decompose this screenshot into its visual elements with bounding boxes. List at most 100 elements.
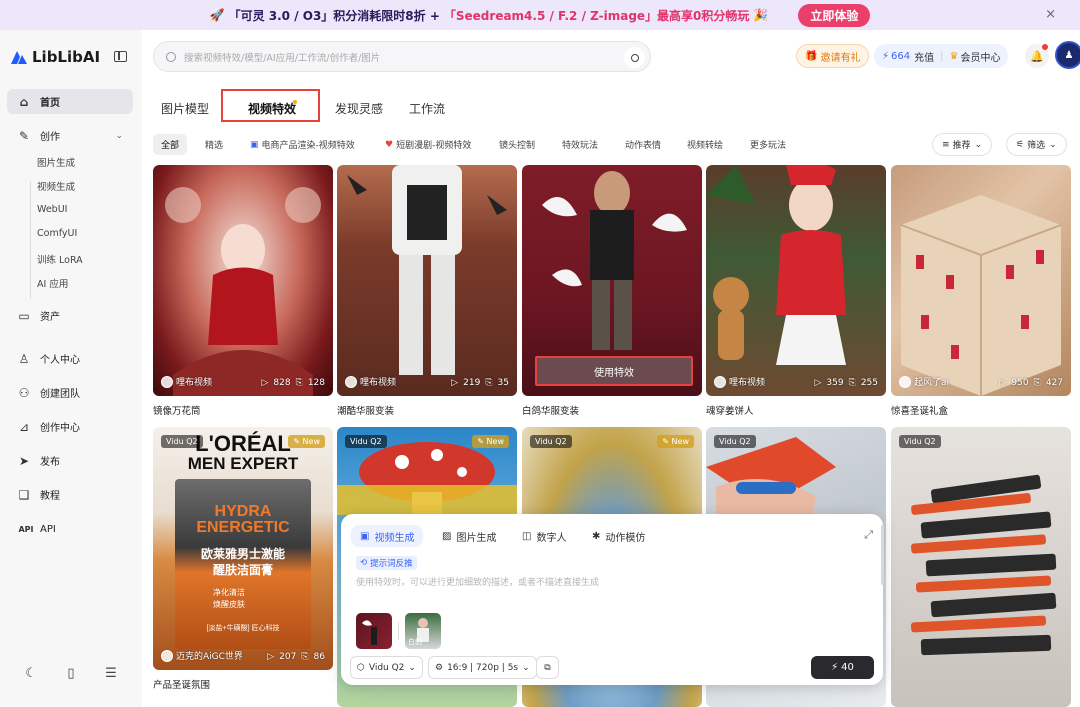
sidebar-item-personal[interactable]: ♙ 个人中心	[7, 346, 133, 371]
reference-image-1[interactable]	[356, 613, 392, 649]
card-title[interactable]: 镜像万花筒	[153, 403, 201, 417]
image-translate-button[interactable]: ⧉	[536, 656, 559, 679]
use-effect-button[interactable]: 使用特效	[535, 356, 693, 386]
filter-dropdown[interactable]: ⚟ 筛选 ⌄	[1006, 133, 1067, 156]
effect-card[interactable]: L'ORÉAL MEN EXPERT HYDRA ENERGETIC 欧莱雅男士…	[153, 427, 333, 691]
effect-card[interactable]: 使用特效 白鸽华服变装	[522, 165, 702, 417]
chip-short-drama[interactable]: ♥ 短剧漫剧-视频特效	[377, 134, 479, 155]
effect-card[interactable]: 哩布视频 ▷ 828 ⎘ 128 镜像万花筒	[153, 165, 333, 417]
chip-featured[interactable]: 精选	[197, 134, 231, 155]
unread-dot	[1042, 44, 1048, 50]
new-badge: ✎ New	[657, 435, 694, 448]
effect-card[interactable]: 哩布视频 ▷ 219 ⎘ 35 潮酷华服变装	[337, 165, 517, 417]
effect-card[interactable]: 起风了ai ▷ 950 ⎘ 427 惊喜圣诞礼盒	[891, 165, 1071, 417]
chip-more[interactable]: 更多玩法	[742, 134, 794, 155]
logo[interactable]: LibLibAI	[10, 48, 100, 66]
hint-label: 提示词反推	[370, 559, 413, 569]
notification-bell-icon[interactable]: 🔔	[1025, 44, 1049, 68]
sidebar-item-tutorial[interactable]: ❑ 教程	[7, 482, 133, 507]
search-button[interactable]	[624, 47, 645, 68]
sidebar-item-team[interactable]: ⚇ 创建团队	[7, 380, 133, 405]
theme-moon-icon[interactable]: ☾	[25, 666, 37, 681]
tab-discover[interactable]: 发现灵感	[335, 100, 383, 117]
chip-ecommerce[interactable]: ▣ 电商产品渲染-视频特效	[242, 134, 363, 155]
sidebar-item-assets[interactable]: ▭ 资产	[7, 303, 133, 328]
sidebar-sub-ai-app[interactable]: AI 应用	[37, 276, 68, 290]
avatar[interactable]: ♟	[1055, 41, 1080, 69]
chip-video-transfer[interactable]: 视频转绘	[679, 134, 731, 155]
chevron-down-icon: ⌄	[974, 139, 983, 150]
card-author[interactable]: 哩布视频	[161, 375, 212, 388]
scrollbar[interactable]	[881, 525, 884, 585]
panel-tab-digital-human[interactable]: ◫ 数字人	[513, 525, 575, 547]
card-author[interactable]: 哩布视频	[345, 375, 396, 388]
thumbnail-image[interactable]: 哩布视频 ▷ 219 ⎘ 35	[337, 165, 517, 396]
chip-motion[interactable]: 动作表情	[617, 134, 669, 155]
thumbnail-image[interactable]: Vidu Q2	[891, 427, 1071, 707]
card-author[interactable]: 起风了ai	[899, 375, 949, 388]
panel-tab-video-gen[interactable]: ▣ 视频生成	[351, 525, 424, 547]
panel-tab-motion-mimic[interactable]: ✱ 动作模仿	[583, 525, 654, 547]
reference-image-2[interactable]: 白鸽	[405, 613, 441, 649]
card-title[interactable]: 潮酷华服变装	[337, 403, 394, 417]
mobile-icon[interactable]: ▯	[67, 666, 74, 681]
sidebar-item-publish[interactable]: ➤ 发布	[7, 448, 133, 473]
sidebar-sub-image-gen[interactable]: 图片生成	[37, 155, 75, 169]
sidebar-item-home[interactable]: ⌂ 首页	[7, 89, 133, 114]
chip-camera[interactable]: 镜头控制	[491, 134, 543, 155]
filter-label: 筛选	[1027, 141, 1046, 151]
chip-all[interactable]: 全部	[153, 134, 188, 155]
card-title[interactable]: 惊喜圣诞礼盒	[891, 403, 948, 417]
thumbnail-image[interactable]: 哩布视频 ▷ 828 ⎘ 128	[153, 165, 333, 396]
effect-card[interactable]: 哩布视频 ▷ 359 ⎘ 255 魂穿姜饼人	[706, 165, 886, 417]
thumbnail-image[interactable]: L'ORÉAL MEN EXPERT HYDRA ENERGETIC 欧莱雅男士…	[153, 427, 333, 670]
menu-list-icon[interactable]: ☰	[105, 666, 117, 681]
member-center-label[interactable]: 会员中心	[960, 49, 1000, 64]
recharge-label[interactable]: 充值	[914, 49, 934, 64]
promo-banner[interactable]: 🚀 「可灵 3.0 / O3」积分消耗限时8折 + 「Seedream4.5 /…	[0, 0, 1080, 30]
sidebar-item-create[interactable]: ✎ 创作 ⌄	[7, 123, 133, 148]
panel-tab-image-gen[interactable]: ▨ 图片生成	[433, 525, 505, 547]
search-input[interactable]: 搜索视频特效/模型/AI应用/工作流/创作者/图片	[153, 41, 651, 72]
ad-cn4: 焕醒皮肤	[213, 600, 245, 609]
thumbnail-image[interactable]: 起风了ai ▷ 950 ⎘ 427	[891, 165, 1071, 396]
shop-icon: ▣	[250, 139, 259, 150]
card-author[interactable]: 哩布视频	[714, 375, 765, 388]
sidebar-sub-comfyui[interactable]: ComfyUI	[37, 228, 77, 239]
chip-fx-play[interactable]: 特效玩法	[554, 134, 606, 155]
close-icon[interactable]: ×	[1045, 7, 1056, 22]
generate-button[interactable]: ⚡ 40	[811, 656, 874, 679]
card-title[interactable]: 魂穿姜饼人	[706, 403, 754, 417]
sidebar: LibLibAI ⌂ 首页 ✎ 创作 ⌄ 图片生成 视频生成 WebUI Com…	[0, 30, 142, 707]
tab-image-models[interactable]: 图片模型	[161, 100, 209, 117]
sidebar-item-label: 资产	[40, 312, 60, 323]
sidebar-sub-video-gen[interactable]: 视频生成	[37, 179, 75, 193]
sidebar-sub-webui[interactable]: WebUI	[37, 204, 67, 215]
invite-button[interactable]: 🎁 邀请有礼	[796, 44, 870, 68]
thumbnail-image[interactable]: 哩布视频 ▷ 359 ⎘ 255	[706, 165, 886, 396]
sidebar-item-creator-center[interactable]: ⊿ 创作中心	[7, 414, 133, 439]
sidebar-item-api[interactable]: API API	[7, 517, 133, 542]
outfit-figure	[347, 165, 507, 375]
banner-cta-button[interactable]: 立即体验	[798, 3, 871, 27]
folder-icon: ▭	[18, 308, 30, 323]
sort-dropdown[interactable]: ≡ 推荐 ⌄	[932, 133, 993, 156]
expand-icon[interactable]: ⤢	[864, 528, 873, 542]
model-select[interactable]: ⬡ Vidu Q2 ⌄	[350, 656, 423, 679]
prompt-input[interactable]: 使用特效时，可以进行更加细致的描述，或者不描述直接生成	[356, 575, 599, 588]
effect-card[interactable]: Vidu Q2	[891, 427, 1071, 707]
sidebar-sub-lora[interactable]: 训练 LoRA	[37, 252, 83, 266]
tab-workflow[interactable]: 工作流	[409, 100, 445, 117]
thumbnail-image[interactable]: 使用特效	[522, 165, 702, 396]
prompt-reverse-button[interactable]: ⟲ 提示词反推	[356, 556, 417, 570]
credits-pill[interactable]: ⚡ 664 充值 | ♛ 会员中心	[874, 44, 1009, 68]
view-count: 219	[463, 378, 481, 388]
card-title[interactable]: 白鸽华服变装	[522, 403, 579, 417]
banner-highlight: 「Seedream4.5 / F.2 / Z-image」最高享0积分畅玩	[443, 8, 750, 23]
use-icon: ⎘	[485, 378, 493, 388]
params-select[interactable]: ⚙ 16:9 | 720p | 5s ⌄	[428, 656, 537, 679]
card-author[interactable]: 迈克的AiGC世界	[161, 649, 243, 662]
sidebar-collapse-icon[interactable]	[114, 51, 127, 62]
card-title[interactable]: 产品圣诞氛围	[153, 677, 210, 691]
image-icon: ▨	[442, 530, 452, 542]
